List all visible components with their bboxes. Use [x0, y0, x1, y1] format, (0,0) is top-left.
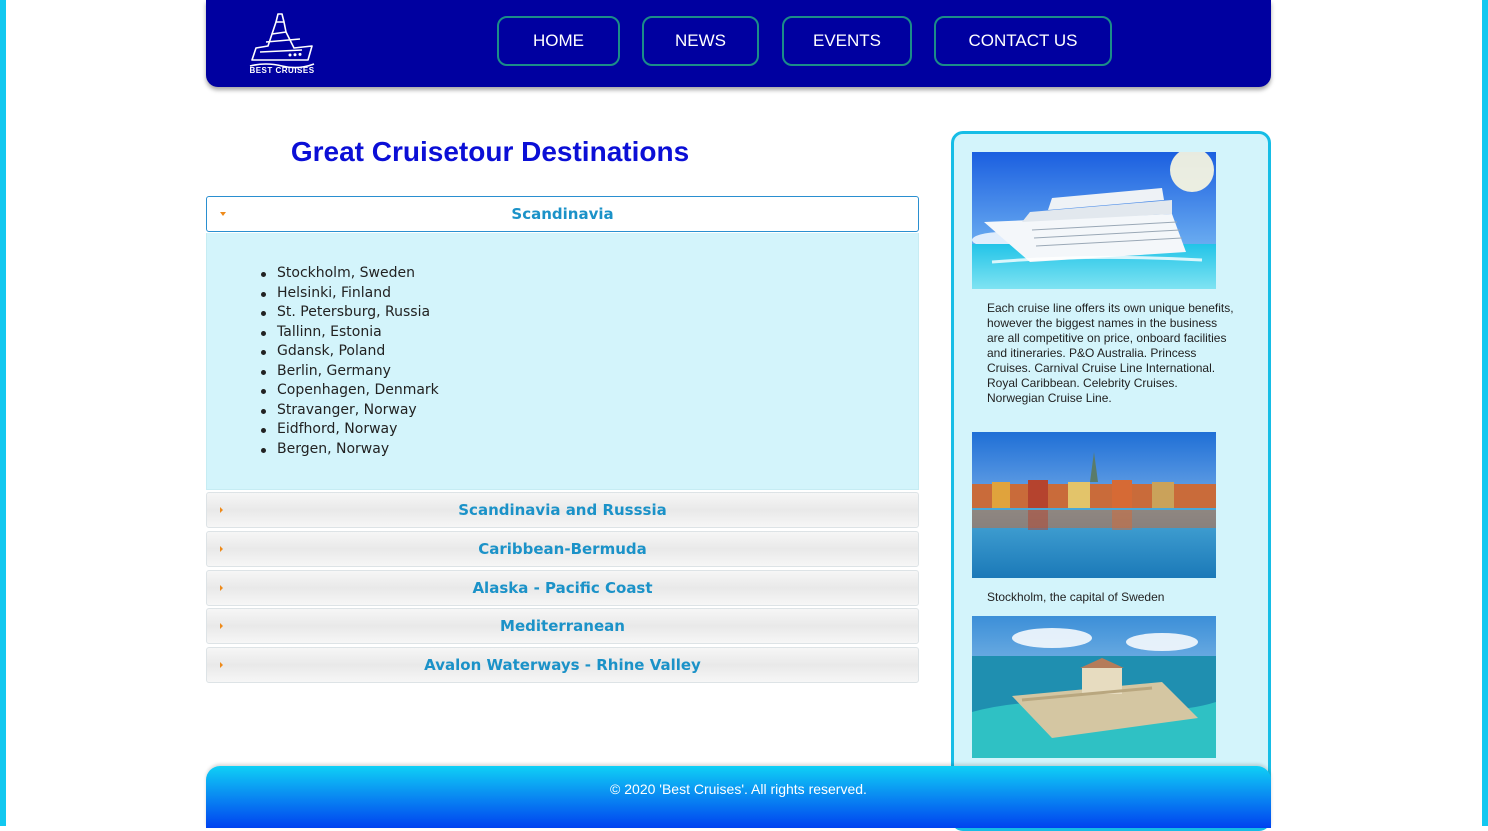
cruise-lines-text: Each cruise line offers its own unique b… — [987, 301, 1234, 405]
caret-right-icon — [220, 546, 223, 552]
copyright-text: © 2020 'Best Cruises'. All rights reserv… — [610, 781, 867, 797]
page-title: Great Cruisetour Destinations — [290, 136, 690, 167]
caret-down-icon — [220, 212, 226, 216]
accordion-panel-scandinavia: Stockholm, Sweden Helsinki, Finland St. … — [206, 233, 919, 490]
site-footer: © 2020 'Best Cruises'. All rights reserv… — [206, 766, 1271, 828]
stockholm-caption: Stockholm, the capital of Sweden — [987, 590, 1165, 604]
accordion-header-scandinavia-russia[interactable]: Scandinavia and Russsia — [206, 492, 919, 528]
destination-list: Stockholm, Sweden Helsinki, Finland St. … — [261, 264, 439, 460]
nav-home-button[interactable]: HOME — [497, 16, 620, 66]
nav-events-button[interactable]: EVENTS — [782, 16, 912, 66]
list-item: Copenhagen, Denmark — [261, 381, 439, 401]
list-item: Stravanger, Norway — [261, 401, 439, 421]
bermuda-fort-photo — [972, 616, 1216, 758]
list-item: Stockholm, Sweden — [261, 264, 439, 284]
caret-right-icon — [220, 623, 223, 629]
page-edge-left — [0, 0, 6, 826]
caret-right-icon — [220, 585, 223, 591]
accordion-header-caribbean-bermuda[interactable]: Caribbean-Bermuda — [206, 531, 919, 567]
accordion-header-alaska[interactable]: Alaska - Pacific Coast — [206, 570, 919, 606]
accordion-label: Alaska - Pacific Coast — [472, 579, 653, 597]
accordion-label: Mediterranean — [500, 617, 625, 635]
stockholm-photo — [972, 432, 1216, 578]
accordion-label: Caribbean-Bermuda — [478, 540, 647, 558]
cruise-ship-photo — [972, 152, 1216, 289]
accordion-header-scandinavia[interactable]: Scandinavia — [206, 196, 919, 232]
list-item: Eidfhord, Norway — [261, 420, 439, 440]
logo-text: BEST CRUISES — [249, 66, 315, 75]
caret-right-icon — [220, 662, 223, 668]
accordion-label: Scandinavia and Russsia — [458, 501, 667, 519]
list-item: St. Petersburg, Russia — [261, 303, 439, 323]
page-edge-right — [1482, 0, 1488, 826]
nav-contact-button[interactable]: CONTACT US — [934, 16, 1112, 66]
accordion-label: Scandinavia — [511, 205, 614, 223]
sidebar: Each cruise line offers its own unique b… — [951, 131, 1271, 831]
list-item: Berlin, Germany — [261, 362, 439, 382]
list-item: Tallinn, Estonia — [261, 323, 439, 343]
accordion-label: Avalon Waterways - Rhine Valley — [424, 656, 701, 674]
accordion-header-mediterranean[interactable]: Mediterranean — [206, 608, 919, 644]
list-item: Gdansk, Poland — [261, 342, 439, 362]
list-item: Helsinki, Finland — [261, 284, 439, 304]
site-header: BEST CRUISES HOME NEWS EVENTS CONTACT US — [206, 0, 1271, 87]
list-item: Bergen, Norway — [261, 440, 439, 460]
accordion-header-avalon-rhine[interactable]: Avalon Waterways - Rhine Valley — [206, 647, 919, 683]
nav-news-button[interactable]: NEWS — [642, 16, 759, 66]
caret-right-icon — [220, 507, 223, 513]
